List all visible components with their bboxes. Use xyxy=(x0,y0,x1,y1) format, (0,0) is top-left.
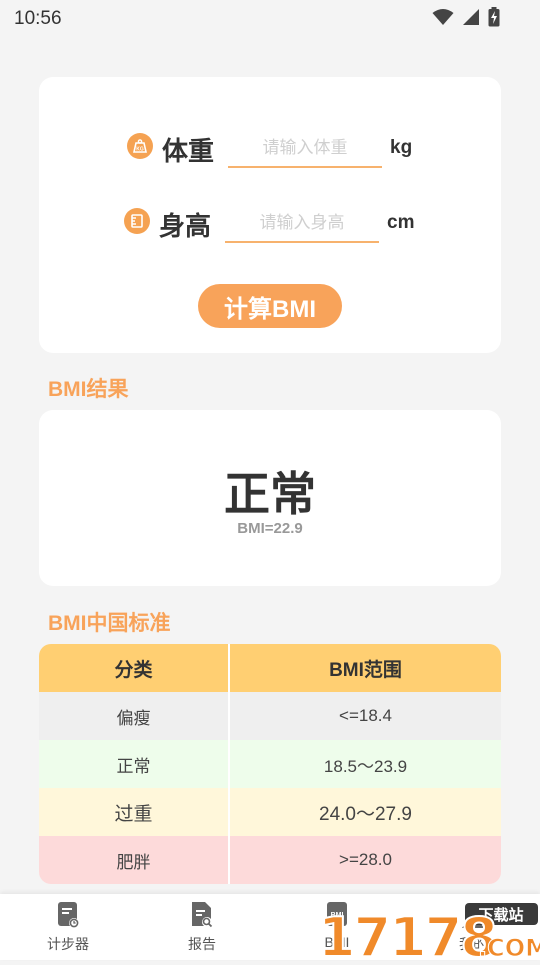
table-cell-range: 18.5～23.9 xyxy=(323,756,408,776)
nav-label: 报告 xyxy=(188,936,216,952)
table-row: 过重 24.0～27.9 xyxy=(39,788,501,836)
table-cell-range: 24.0～27.9 xyxy=(319,803,412,825)
table-cell-category: 偏瘦 xyxy=(39,692,230,740)
wifi-icon xyxy=(432,9,454,25)
weight-scale-icon: KG xyxy=(127,133,153,159)
table-row: 偏瘦 <=18.4 xyxy=(39,692,501,740)
nav-item-report[interactable]: 报告 xyxy=(157,894,247,960)
svg-text:17178: 17178 xyxy=(318,906,496,960)
table-row: 肥胖 >=28.0 xyxy=(39,836,501,884)
ruler-icon xyxy=(124,208,150,234)
calculate-bmi-button[interactable]: 计算BMI xyxy=(198,284,342,328)
weight-unit: kg xyxy=(390,137,413,158)
height-row: 身高 cm xyxy=(39,197,501,247)
cell-signal-icon xyxy=(463,9,479,25)
standard-section-title: BMI中国标准 xyxy=(48,612,171,635)
svg-text:KG: KG xyxy=(136,146,144,152)
table-row: 正常 18.5～23.9 xyxy=(39,740,501,788)
nav-item-pedometer[interactable]: 计步器 xyxy=(23,894,113,960)
watermark-logo: 下载站 17178 .COM xyxy=(317,903,540,965)
height-unit: cm xyxy=(387,212,415,233)
report-icon xyxy=(192,902,213,928)
bmi-input-card: KG 体重 kg 身高 cm 计算BMI xyxy=(39,77,501,353)
table-header-range: BMI范围 xyxy=(329,659,402,681)
table-cell-category: 正常 xyxy=(39,740,230,788)
site-watermark: 下载站 17178 .COM xyxy=(317,898,540,965)
table-cell-category: 过重 xyxy=(39,788,230,836)
status-icons xyxy=(432,7,500,27)
table-header-row: 分类 BMI范围 xyxy=(39,644,501,692)
status-bar: 10:56 xyxy=(0,0,540,36)
pedometer-icon xyxy=(58,902,79,928)
height-label: 身高 xyxy=(159,211,212,241)
result-section-title: BMI结果 xyxy=(48,378,129,401)
bmi-standard-table: 分类 BMI范围 偏瘦 <=18.4 正常 18.5～23.9 过重 24.0～… xyxy=(39,644,501,884)
table-cell-range: <=18.4 xyxy=(339,706,392,725)
svg-text:.COM: .COM xyxy=(478,934,540,960)
weight-input[interactable] xyxy=(228,130,382,168)
bmi-result-status: 正常 xyxy=(224,468,316,520)
battery-icon xyxy=(488,7,500,27)
weight-row: KG 体重 kg xyxy=(39,122,501,172)
bmi-result-card: 正常 BMI=22.9 xyxy=(39,410,501,586)
table-cell-category: 肥胖 xyxy=(39,836,230,884)
table-cell-range: >=28.0 xyxy=(339,850,392,869)
weight-label: 体重 xyxy=(162,136,215,166)
height-input[interactable] xyxy=(225,205,379,243)
nav-label: 计步器 xyxy=(47,936,89,952)
table-header-category: 分类 xyxy=(39,644,230,692)
status-time: 10:56 xyxy=(14,8,62,29)
bmi-result-value: BMI=22.9 xyxy=(237,520,303,537)
